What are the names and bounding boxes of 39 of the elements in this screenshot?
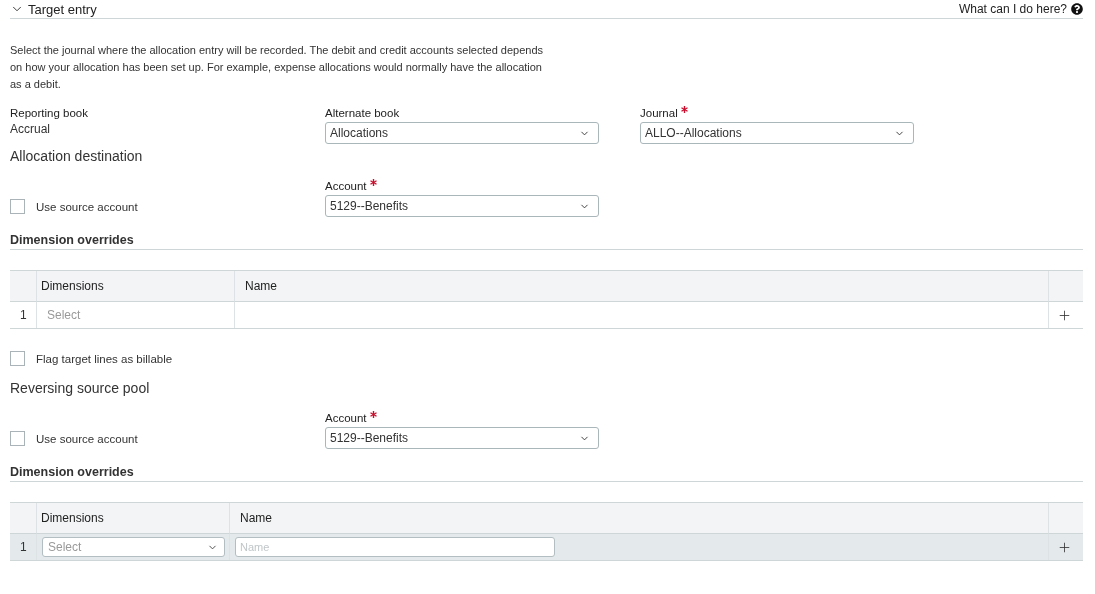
account-select[interactable]: 5129--Benefits xyxy=(325,427,599,449)
section-heading: Dimension overrides xyxy=(10,233,1083,250)
account-select[interactable]: 5129--Benefits xyxy=(325,195,599,217)
field-label: Reporting book xyxy=(10,107,89,119)
column-header: Dimensions xyxy=(36,503,229,534)
journal-select[interactable]: ALLO--Allocations xyxy=(640,122,914,144)
name-input[interactable]: Name xyxy=(235,537,555,557)
section-heading: Dimension overrides xyxy=(10,465,1083,482)
add-row-button[interactable] xyxy=(1056,307,1072,323)
checkbox-label: Use source account xyxy=(36,432,138,445)
field-label: Alternate book xyxy=(325,107,400,119)
help-icon xyxy=(1071,3,1083,15)
column-header: Name xyxy=(229,503,1048,534)
field-label: Account xyxy=(325,180,367,192)
select-value: Allocations xyxy=(330,126,389,140)
field-label: Journal xyxy=(640,107,678,119)
description: Select the journal where the allocation entry will be recorded. The debit and credit accounts selected depends on how your allocation has been set up. For example, expense allocations would normally have the allocation as a debit. xyxy=(10,43,544,92)
checkbox[interactable] xyxy=(10,431,25,446)
checkbox[interactable] xyxy=(10,199,25,214)
add-row-button[interactable] xyxy=(1056,539,1072,555)
plus-icon xyxy=(1056,539,1072,555)
field-label: Account xyxy=(325,412,367,424)
subsection-title: Reversing source pool xyxy=(10,380,151,396)
help-link[interactable]: What can I do here? xyxy=(958,2,1083,16)
subsection-title: Allocation destination xyxy=(10,148,144,164)
alternate-book-select[interactable]: Allocations xyxy=(325,122,599,144)
section-toggle[interactable]: Target entry xyxy=(10,1,97,17)
column-header: Name xyxy=(234,271,1048,302)
row-number: 1 xyxy=(10,534,36,560)
plus-icon xyxy=(1056,307,1072,323)
select-value: ALLO--Allocations xyxy=(645,126,742,140)
checkbox[interactable] xyxy=(10,351,25,366)
select-value: 5129--Benefits xyxy=(330,431,409,445)
select-placeholder: Select xyxy=(48,540,82,554)
column-header: Dimensions xyxy=(36,271,234,302)
checkbox-label: Use source account xyxy=(36,200,138,213)
select-value: 5129--Benefits xyxy=(330,199,409,213)
field-value: Accrual xyxy=(10,122,51,136)
checkbox-label: Flag target lines as billable xyxy=(36,352,173,365)
